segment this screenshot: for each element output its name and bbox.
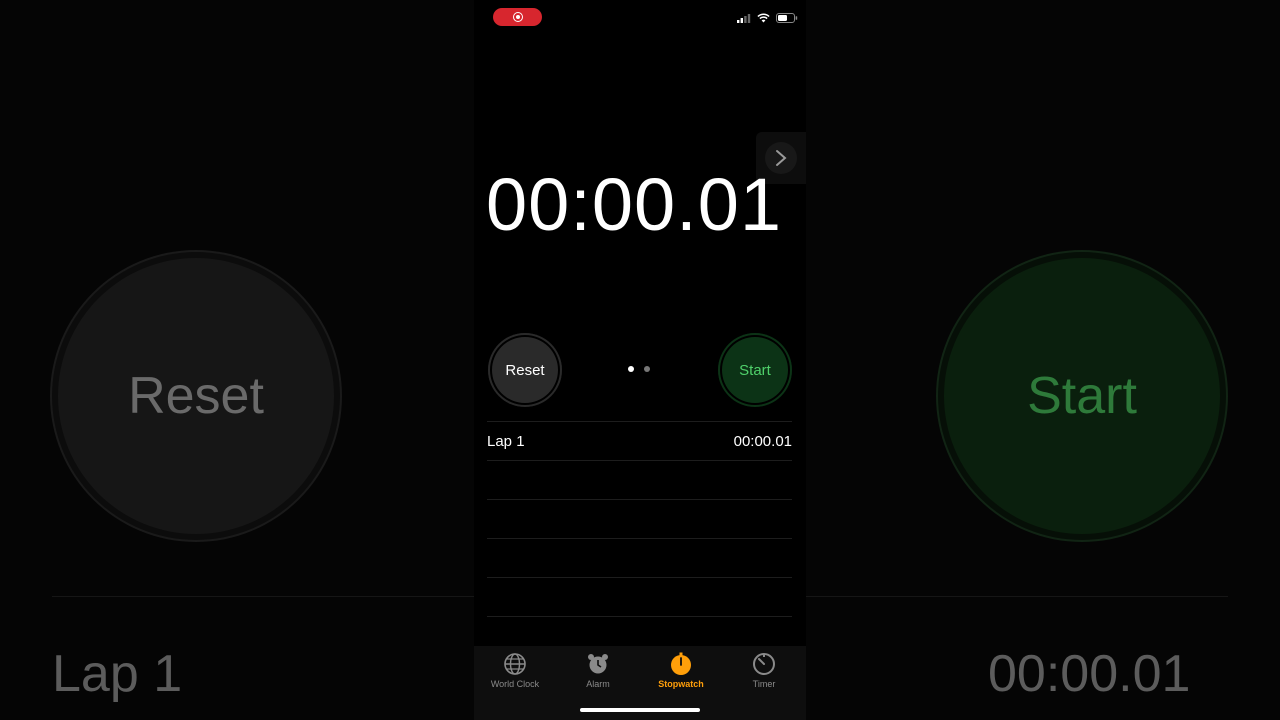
lap-list: Lap 1 00:00.01 [487,421,792,617]
page-dot-1[interactable] [628,366,634,372]
tab-alarm[interactable]: Alarm [563,652,633,689]
empty-lap-row [487,460,792,499]
alarm-clock-icon [588,654,608,674]
tab-bar: World Clock Alarm Stopwatch Timer [474,646,806,720]
wifi-icon [757,13,770,23]
cellular-signal-icon [737,13,751,23]
background-start-label: Start [1027,367,1137,425]
lap-label: Lap 1 [487,432,525,450]
tab-alarm-label: Alarm [586,679,610,689]
tab-stopwatch[interactable]: Stopwatch [646,652,716,689]
background-lap-time: 00:00.01 [988,645,1191,703]
empty-lap-row [487,538,792,577]
screen-recording-indicator[interactable] [493,8,542,26]
start-button[interactable]: Start [718,333,792,407]
status-bar-icons [737,13,798,23]
lap-list-divider [487,616,792,617]
tab-world-clock[interactable]: World Clock [480,652,550,689]
reset-button[interactable]: Reset [488,333,562,407]
stopwatch-icon [671,652,691,675]
page-indicator[interactable] [628,366,650,372]
background-start-circle: Start [944,258,1220,534]
background-lap-label: Lap 1 [52,645,183,703]
timer-icon [753,653,775,675]
tab-timer[interactable]: Timer [729,652,799,689]
tab-timer-label: Timer [752,679,776,689]
tab-world-clock-label: World Clock [490,679,540,689]
globe-icon [504,653,526,675]
background-reset-circle: Reset [58,258,334,534]
lap-row: Lap 1 00:00.01 [487,421,792,460]
empty-lap-row [487,577,792,616]
stopwatch-display: 00:00.01 [486,163,783,246]
tab-stopwatch-label: Stopwatch [658,679,704,689]
background-reset-label: Reset [128,367,264,425]
page-dot-2[interactable] [644,366,650,372]
lap-time: 00:00.01 [733,432,792,450]
battery-icon [776,13,798,23]
phone-screen: 00:00.01 Reset Start Lap 1 00:00.01 Worl… [474,0,806,720]
home-indicator[interactable] [580,708,700,712]
screen-recording-icon [512,12,523,22]
empty-lap-row [487,499,792,538]
